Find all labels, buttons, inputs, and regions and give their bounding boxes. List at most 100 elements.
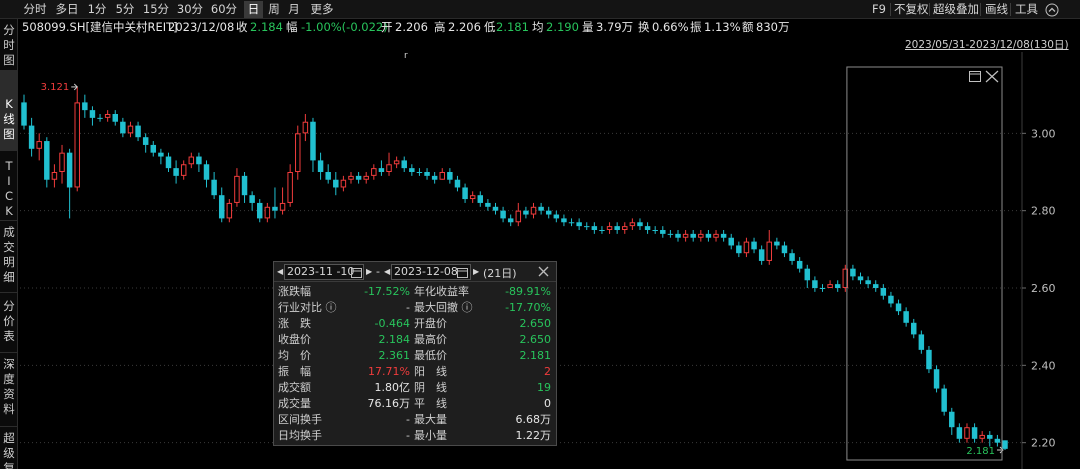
candle: [637, 218, 643, 230]
super-overlay-button[interactable]: 超级叠加: [933, 1, 979, 18]
sidebar-item-trade-detail[interactable]: 成 交 明 细: [0, 221, 18, 293]
sidebar-item-tick[interactable]: T I C K: [0, 151, 18, 221]
candle-body: [545, 210, 552, 215]
chart-range-label[interactable]: 2023/05/31-2023/12/08(130日): [905, 37, 1069, 52]
quote-date: 2023/12/08: [168, 20, 235, 34]
cursor-mark: r: [404, 51, 408, 61]
tab-60min[interactable]: 60分: [208, 1, 240, 18]
stat-value: -17.70%: [505, 301, 551, 314]
stat-value: -: [406, 413, 410, 426]
candle-body: [226, 202, 233, 219]
stat-label: 区间换手: [278, 413, 322, 426]
candle: [682, 230, 689, 242]
stat-value: 2.181: [519, 349, 552, 362]
stat-value: -: [406, 301, 410, 314]
candle: [74, 86, 80, 192]
stat-label: 平 线: [414, 397, 447, 410]
sidebar-item-fenshi[interactable]: 分 时 图: [0, 21, 18, 71]
tab-week[interactable]: 周: [265, 1, 283, 18]
candle-body: [469, 195, 476, 200]
stats-row: 涨 跌 -0.464 开盘价 2.650: [274, 316, 556, 332]
candle-body: [28, 125, 35, 149]
candle: [180, 160, 187, 180]
candle: [127, 121, 134, 138]
candle: [553, 210, 560, 223]
stat-label: 年化收益率: [414, 285, 469, 298]
y-tick-label: 2.80: [1031, 205, 1056, 218]
start-date-prev-icon[interactable]: ◀: [277, 267, 283, 276]
start-date-next-icon[interactable]: ▶: [366, 267, 372, 276]
candle: [165, 152, 172, 172]
stat-value: -17.52%: [364, 285, 410, 298]
candle-body: [462, 187, 468, 200]
candle: [895, 299, 902, 316]
candle-body: [667, 233, 674, 235]
end-date-text: 2023-12-08: [394, 265, 458, 278]
candle-body: [378, 168, 385, 172]
candle: [652, 226, 658, 234]
candle-body: [264, 206, 271, 219]
candle-body: [857, 276, 864, 281]
sidebar-item-kline[interactable]: K 线 图: [0, 71, 18, 151]
candle-body: [135, 125, 141, 138]
tab-15min[interactable]: 15分: [140, 1, 172, 18]
tab-fenshi[interactable]: 分时: [20, 1, 50, 18]
chevron-up-icon[interactable]: [1045, 1, 1063, 18]
candle: [82, 94, 88, 118]
tab-1min[interactable]: 1分: [84, 1, 110, 18]
candle-body: [196, 156, 202, 165]
date-range-separator: -: [376, 265, 380, 278]
candle: [584, 222, 590, 230]
candle: [766, 230, 772, 265]
candle-body: [576, 222, 582, 227]
candle: [485, 199, 491, 211]
draw-line-button[interactable]: 画线: [985, 1, 1008, 18]
end-date-prev-icon[interactable]: ◀: [384, 267, 390, 276]
candle-body: [926, 349, 932, 370]
candle: [865, 276, 871, 288]
open-value: 2.206: [395, 20, 428, 34]
candle-body: [127, 125, 134, 134]
candle-body: [500, 210, 506, 219]
tab-more[interactable]: 更多: [307, 1, 337, 18]
tab-multi-day[interactable]: 多日: [52, 1, 82, 18]
security-name: 508099.SH[建信中关村REIT]: [22, 20, 178, 34]
stat-value: -0.464: [374, 317, 410, 330]
candle-body: [439, 172, 445, 180]
tools-button[interactable]: 工具: [1015, 1, 1038, 18]
tab-day[interactable]: 日: [244, 1, 263, 18]
tab-5min[interactable]: 5分: [112, 1, 138, 18]
stat-label: 行业对比 ⓘ: [278, 301, 337, 314]
low-value: 2.181: [496, 20, 529, 34]
candle: [203, 160, 210, 188]
end-date-next-icon[interactable]: ▶: [473, 267, 479, 276]
candle: [188, 152, 195, 169]
candle-body: [568, 222, 575, 224]
low-marker-label: 2.181: [966, 446, 995, 457]
candle-body: [774, 241, 780, 246]
stat-value: 6.68万: [515, 413, 552, 426]
candle-body: [120, 121, 126, 134]
tab-30min[interactable]: 30分: [174, 1, 206, 18]
sidebar-item-deep-data[interactable]: 深 度 资 料: [0, 353, 18, 427]
sidebar-item-super-review[interactable]: 超 级 复 盘: [0, 427, 18, 469]
candle-body: [295, 133, 301, 172]
candle-body: [36, 141, 42, 149]
stats-row: 均 价 2.361 最低价 2.181: [274, 348, 556, 364]
y-tick-label: 3.00: [1031, 127, 1056, 140]
candle-body: [492, 206, 499, 211]
sidebar-item-price-table[interactable]: 分 价 表: [0, 293, 18, 353]
calendar-icon[interactable]: [351, 265, 362, 281]
candle-body: [82, 102, 88, 111]
no-adjust-button[interactable]: 不复权: [894, 1, 929, 18]
candle-body: [44, 141, 50, 180]
candle: [97, 114, 103, 122]
change-value: -1.00%(-0.022): [301, 20, 388, 34]
close-icon[interactable]: [537, 263, 550, 281]
tab-month[interactable]: 月: [285, 1, 303, 18]
candle: [728, 233, 734, 250]
stat-value: 2.650: [519, 317, 552, 330]
calendar-icon[interactable]: [457, 265, 468, 281]
candle-body: [865, 280, 871, 285]
f9-button[interactable]: F9: [872, 1, 886, 18]
